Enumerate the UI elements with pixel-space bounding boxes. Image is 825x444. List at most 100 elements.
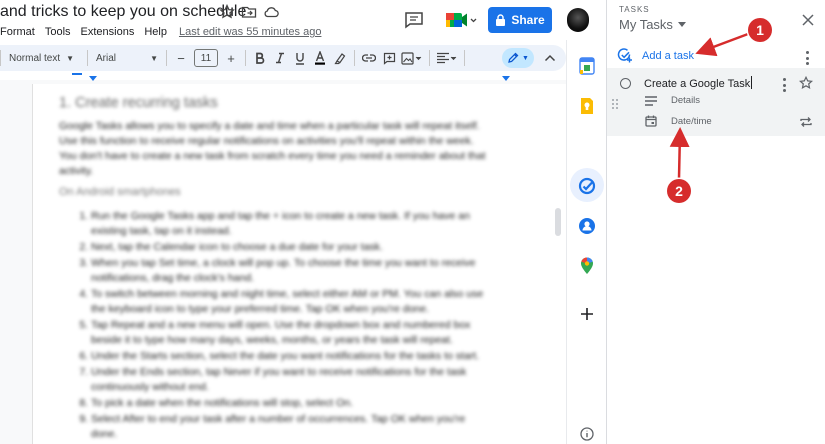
text-color-button[interactable] [310, 48, 330, 68]
font-size-input[interactable]: 11 [194, 49, 218, 67]
add-task-icon [617, 48, 632, 63]
datetime-row[interactable]: Date/time [645, 115, 712, 127]
star-icon[interactable] [219, 4, 235, 20]
decrease-font-size-button[interactable]: − [171, 48, 191, 68]
comment-history-icon[interactable] [403, 10, 425, 30]
share-button[interactable]: Share [488, 7, 552, 33]
add-task-button[interactable]: Add a task [617, 48, 694, 63]
chevron-down-icon: ▼ [522, 54, 529, 62]
toolbar-divider [464, 50, 465, 66]
insert-image-button[interactable] [399, 48, 425, 68]
sub-heading: On Android smartphones [59, 186, 181, 198]
task-options-menu-icon[interactable] [782, 78, 786, 92]
keep-app-button[interactable] [577, 96, 597, 116]
info-button[interactable] [577, 424, 597, 444]
menu-help[interactable]: Help [144, 26, 167, 38]
task-list-selector[interactable]: My Tasks [619, 17, 686, 32]
add-comment-icon [383, 52, 395, 65]
list-item: Tap Repeat and a new menu will open. Use… [91, 318, 489, 348]
maps-app-button[interactable] [577, 256, 597, 276]
list-item: To switch between morning and night time… [91, 287, 489, 317]
move-to-folder-icon[interactable] [241, 4, 257, 20]
italic-button[interactable] [270, 48, 290, 68]
right-indent-marker[interactable] [502, 76, 510, 81]
font-select[interactable]: Arial ▼ [92, 48, 162, 68]
document-body: 1. Create recurring tasks Google Tasks a… [59, 96, 489, 443]
increase-font-size-button[interactable]: + [221, 48, 241, 68]
contacts-app-button[interactable] [577, 216, 597, 236]
add-task-label: Add a task [642, 49, 694, 62]
details-row[interactable]: Details [645, 95, 700, 106]
font-value: Arial [96, 52, 117, 64]
pencil-icon [508, 52, 519, 63]
last-edit-link[interactable]: Last edit was 55 minutes ago [179, 26, 321, 38]
image-icon [401, 51, 422, 65]
add-comment-button[interactable] [379, 48, 399, 68]
toolbar-divider [245, 50, 246, 66]
chevron-down-icon: ▼ [66, 53, 75, 63]
task-complete-checkbox[interactable] [620, 78, 631, 89]
intro-paragraph: Google Tasks allows you to specify a dat… [59, 120, 486, 177]
list-options-menu-icon[interactable] [805, 51, 809, 65]
close-icon[interactable] [801, 13, 815, 27]
list-item: Select After to end your task after a nu… [91, 412, 489, 442]
underline-button[interactable] [290, 48, 310, 68]
scrollbar-thumb[interactable] [555, 208, 561, 236]
underline-icon [296, 52, 304, 65]
toolbar-divider [166, 50, 167, 66]
share-label: Share [511, 13, 545, 27]
list-item: Under the Ends section, tap Never if you… [91, 365, 489, 395]
highlight-button[interactable] [330, 48, 350, 68]
panel-kicker: TASKS [619, 5, 650, 14]
bold-icon [256, 52, 265, 64]
google-contacts-icon [579, 218, 595, 234]
side-panel-rail [566, 40, 606, 444]
google-maps-icon [581, 257, 593, 274]
document-canvas: 1. Create recurring tasks Google Tasks a… [0, 80, 566, 444]
bold-button[interactable] [250, 48, 270, 68]
repeat-icon[interactable] [799, 116, 813, 128]
list-item: Run the Google Tasks app and tap the + i… [91, 209, 489, 239]
tasks-panel: TASKS My Tasks Add a task Create a Googl… [606, 0, 825, 444]
calendar-app-button[interactable] [577, 56, 597, 76]
task-title-input[interactable]: Create a Google Task [644, 76, 753, 90]
get-add-ons-button[interactable] [577, 304, 597, 324]
document-title[interactable]: and tricks to keep you on schedule [0, 3, 246, 21]
drag-handle-icon[interactable] [612, 99, 618, 109]
italic-icon [276, 52, 284, 64]
cloud-saved-icon [264, 7, 279, 18]
paragraph-style-select[interactable]: Normal text ▼ [5, 48, 83, 68]
document-page[interactable]: 1. Create recurring tasks Google Tasks a… [32, 84, 566, 444]
editing-mode-button[interactable]: ▼ [502, 48, 534, 68]
link-icon [362, 54, 376, 62]
menu-bar: Format Tools Extensions Help Last edit w… [0, 24, 331, 40]
insert-link-button[interactable] [359, 48, 379, 68]
dropdown-caret-icon [677, 22, 686, 27]
align-select[interactable] [434, 48, 460, 68]
first-line-indent-marker[interactable] [72, 73, 82, 75]
list-item: Under the Starts section, select the dat… [91, 349, 489, 364]
screen: and tricks to keep you on schedule Forma… [0, 0, 825, 444]
menu-extensions[interactable]: Extensions [81, 26, 135, 38]
meet-button[interactable] [441, 8, 479, 32]
tasks-app-button-overlay [577, 176, 597, 196]
avatar[interactable] [567, 8, 589, 32]
text-cursor [751, 76, 753, 89]
chevron-down-icon: ▼ [150, 53, 158, 63]
menu-tools[interactable]: Tools [45, 26, 71, 38]
menu-format[interactable]: Format [0, 26, 35, 38]
calendar-icon [645, 115, 657, 127]
left-indent-marker[interactable] [89, 76, 97, 81]
text-color-icon [315, 51, 325, 65]
google-meet-icon [446, 13, 477, 27]
paragraph-style-value: Normal text [9, 52, 61, 64]
info-icon [580, 427, 594, 441]
toolbar-divider [429, 50, 430, 66]
section-heading: 1. Create recurring tasks [59, 95, 218, 111]
star-task-icon[interactable] [799, 76, 813, 90]
task-item[interactable]: Create a Google Task Details Date/time [607, 68, 825, 136]
google-calendar-icon [579, 57, 595, 75]
align-left-icon [437, 52, 457, 64]
task-list-name: My Tasks [619, 17, 673, 32]
chevron-up-icon[interactable] [544, 54, 556, 62]
